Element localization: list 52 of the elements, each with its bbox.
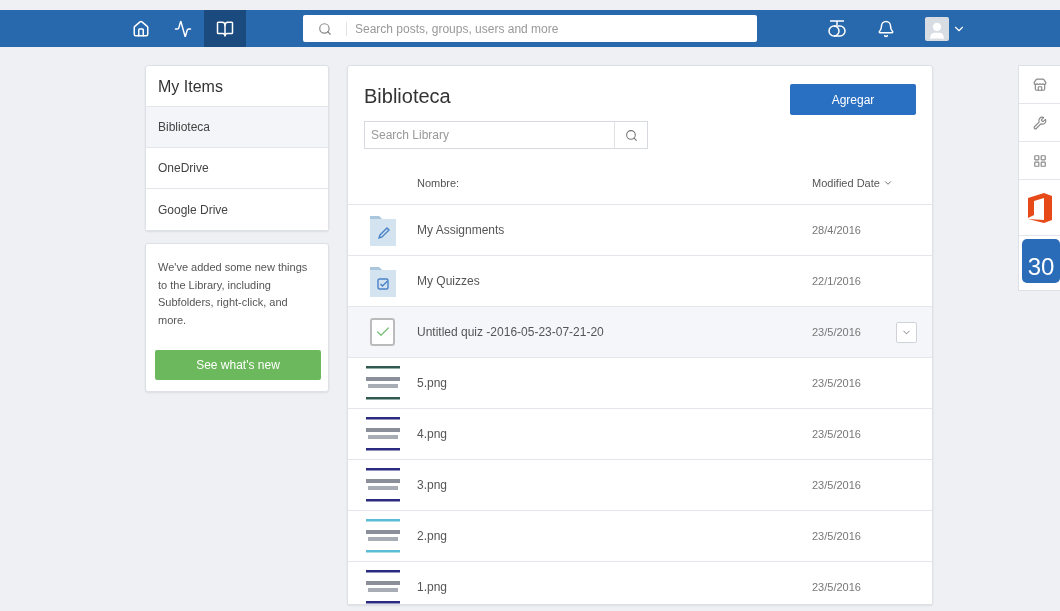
folder-pencil-icon [369, 214, 396, 246]
item-name: Untitled quiz -2016-05-23-07-21-20 [417, 325, 605, 339]
library-row[interactable]: 3.png 23/5/2016 [348, 460, 932, 511]
library-row[interactable]: 2.png 23/5/2016 [348, 511, 932, 562]
image-thumbnail [365, 518, 400, 554]
notice-text: We've added some new things to the Library, including Subfolders, right-click, and more. [157, 260, 309, 328]
library-title: Biblioteca [364, 85, 451, 109]
book-icon [216, 19, 234, 38]
avatar[interactable] [925, 16, 949, 41]
folder-check-icon [369, 265, 396, 297]
item-name: My Assignments [417, 223, 506, 237]
item-date: 23/5/2016 [812, 326, 862, 338]
library-row[interactable]: Untitled quiz -2016-05-23-07-21-20 23/5/2016 [348, 307, 932, 358]
search-bar[interactable]: Search posts, groups, users and more [303, 15, 757, 42]
sidebar-item[interactable]: Biblioteca [146, 107, 328, 148]
item-name: 2.png [417, 529, 449, 543]
sort-header[interactable]: Modified Date [812, 176, 932, 189]
item-date: 28/4/2016 [812, 224, 862, 236]
item-date: 23/5/2016 [812, 428, 862, 440]
calendar-icon: 30 [1022, 239, 1060, 283]
item-date: 23/5/2016 [812, 479, 862, 491]
image-thumbnail [365, 569, 400, 604]
column-header: Nombre: [417, 176, 461, 189]
home-icon [132, 19, 150, 38]
library-row[interactable]: 5.png 23/5/2016 [348, 358, 932, 409]
item-date: 23/5/2016 [812, 530, 862, 542]
cloud-tool-icon[interactable] [827, 18, 847, 39]
add-button[interactable]: Agregar [790, 84, 916, 115]
item-name: 4.png [417, 427, 449, 441]
image-thumbnail [365, 416, 400, 452]
nav-tab[interactable] [204, 10, 246, 47]
image-thumbnail [365, 365, 400, 401]
item-name: 1.png [417, 580, 449, 594]
item-date: 22/1/2016 [812, 275, 862, 287]
item-date: 23/5/2016 [812, 581, 862, 593]
search-icon [317, 21, 332, 36]
item-name: 3.png [417, 478, 449, 492]
library-row[interactable]: 1.png 23/5/2016 [348, 562, 932, 604]
check-icon [370, 318, 395, 346]
library-row[interactable]: My Quizzes 22/1/2016 [348, 256, 932, 307]
library-row[interactable]: My Assignments 28/4/2016 [348, 205, 932, 256]
item-name: My Quizzes [417, 274, 481, 288]
image-thumbnail [365, 467, 400, 503]
sidebar-item[interactable]: OneDrive [146, 148, 328, 189]
item-name: 5.png [417, 376, 449, 390]
pulse-icon [174, 19, 192, 38]
library-search-bar[interactable]: Search Library [364, 121, 648, 149]
sidebar-item[interactable]: Google Drive [146, 189, 328, 230]
library-row[interactable]: 4.png 23/5/2016 [348, 409, 932, 460]
search-icon [624, 128, 638, 142]
bell-icon[interactable] [877, 19, 895, 38]
item-date: 23/5/2016 [812, 377, 862, 389]
